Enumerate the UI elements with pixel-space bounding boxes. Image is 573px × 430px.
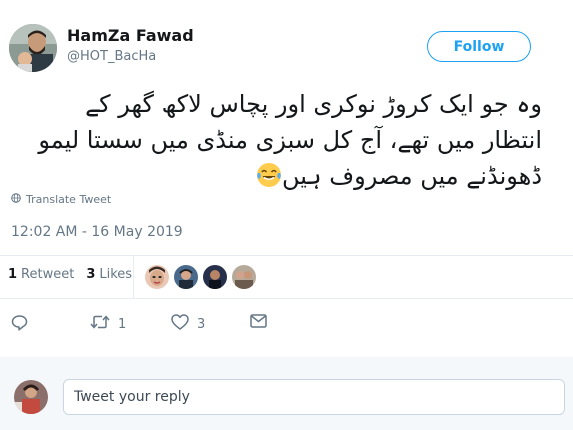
translate-tweet-link[interactable]: Translate Tweet [11, 193, 111, 206]
retweet-icon [90, 314, 110, 334]
retweets-count: 1 [8, 267, 18, 282]
tweet-text-line-content: ڈھونڈنے میں مصروف ہیں [282, 162, 542, 190]
envelope-icon [250, 314, 267, 332]
likes-label: Likes [99, 267, 133, 282]
tweet-stats: 1 Retweet 3 Likes [8, 267, 132, 282]
direct-message-button[interactable] [250, 314, 267, 332]
retweet-button[interactable]: 1 [90, 314, 126, 334]
tweet-text-line: انتظار میں تھے، آج کل سبزی منڈی میں سستا… [38, 126, 542, 154]
retweets-label: Retweet [21, 267, 75, 282]
like-count: 3 [197, 316, 206, 332]
divider [0, 255, 573, 256]
translate-tweet-label: Translate Tweet [26, 193, 112, 206]
liker-avatar[interactable] [145, 265, 169, 289]
author-handle[interactable]: @HOT_BacHa [67, 49, 156, 64]
follow-button[interactable]: Follow [427, 31, 531, 62]
likes-count: 3 [86, 267, 96, 282]
tweet-timestamp[interactable]: 12:02 AM - 16 May 2019 [11, 224, 183, 240]
retweet-count: 1 [118, 316, 127, 332]
divider [0, 298, 573, 299]
heart-icon [171, 314, 189, 334]
reply-input[interactable] [63, 379, 565, 415]
likes-stat[interactable]: 3 Likes [86, 267, 132, 282]
tweet-text: وہ جو ایک کروڑ نوکری اور پچاس لاکھ گھر ک… [12, 86, 542, 194]
liker-avatar[interactable] [203, 265, 227, 289]
current-user-avatar[interactable] [14, 380, 48, 414]
like-button[interactable]: 3 [171, 314, 205, 334]
tweet-text-line: وہ جو ایک کروڑ نوکری اور پچاس لاکھ گھر ک… [85, 90, 542, 118]
author-avatar[interactable] [9, 24, 57, 72]
liker-avatar[interactable] [232, 265, 256, 289]
globe-icon [11, 193, 21, 206]
reply-icon [11, 314, 28, 335]
reply-button[interactable] [11, 314, 36, 335]
tweet-text-line: ڈھونڈنے میں مصروف ہیں [12, 158, 542, 194]
author-display-name[interactable]: HamZa Fawad [67, 26, 194, 45]
liker-avatar[interactable] [174, 265, 198, 289]
retweets-stat[interactable]: 1 Retweet [8, 267, 74, 282]
stats-separator [133, 256, 134, 298]
face-with-tears-of-joy-icon [256, 162, 282, 188]
